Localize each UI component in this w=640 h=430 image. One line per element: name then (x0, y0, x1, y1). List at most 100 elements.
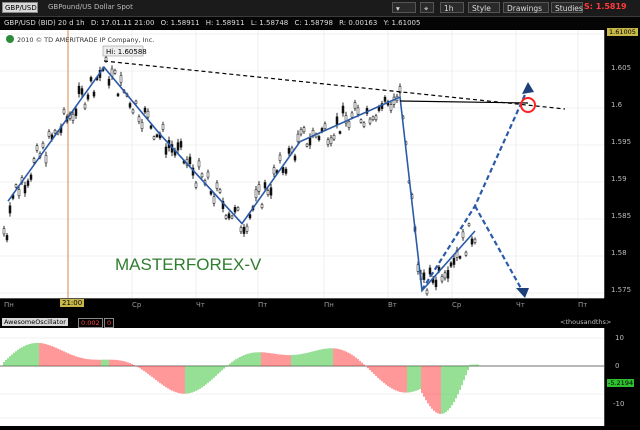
candle-body (128, 103, 132, 108)
candle-body (146, 111, 150, 118)
info-date: D: 17.01.11 21:00 (90, 19, 155, 27)
candle-body (176, 142, 180, 151)
candle-body (440, 276, 444, 282)
candle-body (80, 88, 84, 95)
candle-body (137, 116, 141, 122)
candle-body (428, 267, 432, 275)
candle-body (449, 262, 453, 267)
candle-body (152, 136, 156, 140)
candle-body (341, 105, 345, 114)
candle-body (467, 223, 471, 227)
time-label: Пн (4, 301, 14, 309)
candle-body (86, 94, 90, 100)
candle-body (149, 125, 153, 129)
candle-body (242, 227, 246, 234)
candle-body (470, 238, 474, 245)
candle-body (62, 108, 66, 114)
candle-body (155, 134, 159, 138)
candle-body (74, 108, 78, 116)
candle-body (71, 113, 75, 121)
chevron-down-icon: ▾ (396, 4, 400, 13)
osc-tick: -10 (613, 400, 625, 408)
time-label: Чт (196, 301, 205, 309)
candle-body (224, 215, 228, 219)
oscillator-header: AwesomeOscillator 0.002 0 <thousandths> (0, 318, 640, 328)
time-label: Ср (452, 301, 462, 309)
candle-body (254, 189, 258, 198)
symbol-description: GBPound/US Dollar Spot (48, 3, 133, 11)
price-chart-svg: Hi: 1.60588 2010 © TD AMERITRADE IP Comp… (0, 30, 604, 298)
candle-body (77, 85, 81, 94)
candle-body (230, 215, 234, 219)
candle-body (14, 184, 18, 188)
candle-body (188, 156, 192, 164)
candle-body (359, 119, 363, 123)
candle-body (140, 121, 144, 130)
candle-body (374, 115, 378, 121)
price-axis[interactable]: 1.61005 1.605 1.6 1.595 1.59 1.585 1.58 … (604, 28, 640, 298)
candle-body (293, 155, 297, 161)
candle-body (83, 103, 87, 109)
candle-body (368, 118, 372, 124)
candle-body (47, 131, 51, 137)
price-tick: 1.585 (611, 212, 632, 220)
candle-body (347, 121, 351, 128)
candle-body (200, 173, 204, 178)
drawings-button[interactable]: Drawings (503, 2, 549, 13)
candle-body (287, 148, 291, 154)
time-label: Пт (578, 301, 588, 309)
candle-body (356, 107, 360, 115)
candle-body (350, 112, 354, 118)
candle-body (305, 143, 309, 147)
candle-body (464, 251, 468, 256)
period-selector[interactable]: ▾ (392, 2, 416, 13)
candle-body (263, 182, 267, 189)
candle-body (317, 136, 321, 141)
candle-body (143, 107, 147, 113)
drawings-label: Drawings (507, 4, 543, 13)
candle-body (458, 256, 462, 259)
oscillator-name[interactable]: AwesomeOscillator (2, 318, 68, 326)
candle-body (197, 160, 201, 168)
toolbar: GBP/USD GBPound/US Dollar Spot ▾ ⌖ 1h St… (0, 0, 640, 17)
candle-body (323, 123, 327, 130)
candle-body (266, 190, 270, 195)
candle-body (272, 167, 276, 175)
candle-body (239, 227, 243, 233)
crosshair-icon[interactable]: ⌖ (420, 2, 434, 13)
candle-body (248, 214, 252, 219)
period-button[interactable]: 1h (440, 2, 464, 13)
candle-body (53, 129, 57, 134)
style-button[interactable]: Style (468, 2, 500, 13)
price-axis-top-label: 1.61005 (607, 28, 638, 36)
candle-body (26, 180, 30, 186)
candle-body (113, 70, 117, 74)
candle-body (215, 182, 219, 189)
candle-body (29, 174, 33, 180)
style-label: Style (472, 4, 491, 13)
price-tick: 1.59 (611, 175, 627, 183)
oscillator-extra: 0 (104, 318, 115, 328)
candle-body (119, 75, 123, 83)
symbol-field[interactable]: GBP/USD (2, 2, 38, 13)
price-chart[interactable]: Hi: 1.60588 2010 © TD AMERITRADE IP Comp… (0, 30, 604, 298)
candle-body (452, 257, 456, 265)
time-highlight-label: 21:00 (60, 299, 85, 307)
oscillator-pane[interactable] (0, 328, 604, 426)
candle-body (23, 185, 27, 194)
time-axis[interactable]: Пн 21:00 Ср Чт Пт Пн Вт Ср Чт Пт (0, 298, 604, 311)
candle-body (335, 116, 339, 125)
candle-body (425, 289, 429, 295)
time-label: Пт (258, 301, 268, 309)
watermark-text: MASTERFOREX-V (115, 255, 262, 274)
candle-body (44, 155, 48, 164)
info-low: L: 1.58748 (250, 19, 289, 27)
info-y: Y: 1.61005 (383, 19, 421, 27)
info-open: O: 1.58911 (160, 19, 200, 27)
studies-button[interactable]: Studies (551, 2, 583, 13)
candle-body (8, 205, 12, 214)
info-bar: GBP/USD (BID) 20 d 1h D: 17.01.11 21:00 … (0, 17, 640, 29)
candle-body (281, 167, 285, 173)
candle-body (299, 129, 303, 135)
candle-body (332, 135, 336, 140)
